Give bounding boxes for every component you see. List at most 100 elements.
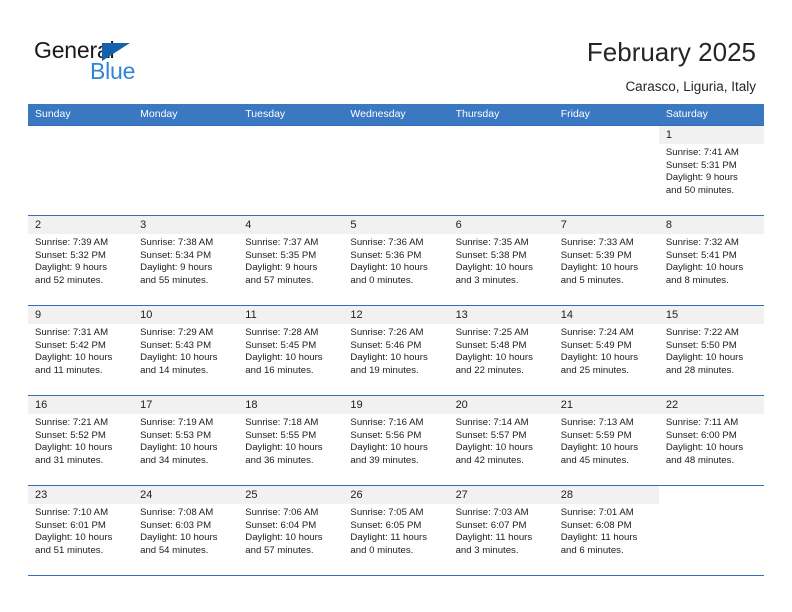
day-cell[interactable]: 26 Sunrise: 7:05 AM Sunset: 6:05 PM Dayl… (343, 486, 449, 575)
sunrise-text: Sunrise: 7:33 AM (560, 237, 634, 248)
day-info: Sunrise: 7:22 AM Sunset: 5:50 PM Dayligh… (659, 324, 764, 377)
daylight-text-line2: and 19 minutes. (350, 364, 419, 376)
day-cell[interactable]: 18 Sunrise: 7:18 AM Sunset: 5:55 PM Dayl… (238, 396, 344, 485)
daylight-text-line1: Daylight: 10 hours (350, 442, 428, 454)
day-cell[interactable]: 22 Sunrise: 7:11 AM Sunset: 6:00 PM Dayl… (658, 396, 764, 485)
sunrise-text: Sunrise: 7:18 AM (245, 417, 319, 428)
day-cell[interactable]: 15 Sunrise: 7:22 AM Sunset: 5:50 PM Dayl… (658, 306, 764, 395)
sunrise-text: Sunrise: 7:05 AM (350, 507, 424, 518)
daylight-text-line2: and 48 minutes. (665, 454, 735, 466)
day-number-band: 5 (343, 216, 449, 234)
day-number-band: 27 (448, 486, 554, 504)
day-cell[interactable] (28, 126, 134, 215)
sunset-text: Sunset: 5:59 PM (560, 429, 632, 441)
sunset-text: Sunset: 5:38 PM (455, 249, 527, 261)
day-cell[interactable]: 2 Sunrise: 7:39 AM Sunset: 5:32 PM Dayli… (28, 216, 134, 305)
page-header: General Blue February 2025 Carasco, Ligu… (0, 0, 792, 100)
day-number: 14 (560, 309, 573, 321)
day-number-band: 21 (553, 396, 659, 414)
sunset-text: Sunset: 5:55 PM (245, 429, 317, 441)
day-info: Sunrise: 7:36 AM Sunset: 5:36 PM Dayligh… (343, 234, 448, 287)
day-number-band (343, 126, 448, 144)
daylight-text-line1: Daylight: 10 hours (665, 352, 744, 364)
day-cell[interactable] (133, 126, 239, 215)
daylight-text-line1: Daylight: 10 hours (140, 442, 218, 454)
sunset-text: Sunset: 6:03 PM (140, 519, 212, 531)
day-info: Sunrise: 7:13 AM Sunset: 5:59 PM Dayligh… (554, 414, 659, 467)
day-cell[interactable]: 19 Sunrise: 7:16 AM Sunset: 5:56 PM Dayl… (343, 396, 449, 485)
daylight-text-line1: Daylight: 10 hours (455, 352, 533, 364)
sunset-text: Sunset: 5:34 PM (140, 249, 212, 261)
day-number-band (238, 126, 343, 144)
day-cell[interactable]: 25 Sunrise: 7:06 AM Sunset: 6:04 PM Dayl… (238, 486, 344, 575)
daylight-text-line2: and 50 minutes. (665, 184, 735, 196)
sunrise-text: Sunrise: 7:29 AM (140, 327, 214, 338)
daylight-text-line1: Daylight: 10 hours (35, 352, 113, 364)
day-cell[interactable]: 11 Sunrise: 7:28 AM Sunset: 5:45 PM Dayl… (238, 306, 344, 395)
daylight-text-line1: Daylight: 10 hours (455, 262, 533, 274)
day-number: 15 (665, 309, 679, 321)
day-cell[interactable]: 27 Sunrise: 7:03 AM Sunset: 6:07 PM Dayl… (448, 486, 554, 575)
daylight-text-line2: and 28 minutes. (665, 364, 735, 376)
day-info: Sunrise: 7:05 AM Sunset: 6:05 PM Dayligh… (343, 504, 448, 557)
day-info: Sunrise: 7:21 AM Sunset: 5:52 PM Dayligh… (28, 414, 133, 467)
day-cell[interactable]: 6 Sunrise: 7:35 AM Sunset: 5:38 PM Dayli… (448, 216, 554, 305)
day-cell[interactable] (553, 126, 659, 215)
day-cell[interactable]: 9 Sunrise: 7:31 AM Sunset: 5:42 PM Dayli… (28, 306, 134, 395)
day-cell[interactable]: 5 Sunrise: 7:36 AM Sunset: 5:36 PM Dayli… (343, 216, 449, 305)
sunset-text: Sunset: 5:52 PM (35, 429, 106, 441)
day-number-band: 25 (238, 486, 344, 504)
sunset-text: Sunset: 5:53 PM (140, 429, 212, 441)
day-number: 26 (350, 489, 363, 501)
day-cell[interactable]: 4 Sunrise: 7:37 AM Sunset: 5:35 PM Dayli… (238, 216, 344, 305)
calendar-page: General Blue February 2025 Carasco, Ligu… (0, 0, 792, 612)
day-cell[interactable]: 14 Sunrise: 7:24 AM Sunset: 5:49 PM Dayl… (553, 306, 659, 395)
day-number-band: 11 (238, 306, 344, 324)
sunrise-text: Sunrise: 7:01 AM (560, 507, 634, 518)
day-cell[interactable]: 16 Sunrise: 7:21 AM Sunset: 5:52 PM Dayl… (28, 396, 134, 485)
day-number: 13 (455, 309, 468, 321)
sunset-text: Sunset: 5:46 PM (350, 339, 422, 351)
day-cell[interactable]: 21 Sunrise: 7:13 AM Sunset: 5:59 PM Dayl… (553, 396, 659, 485)
day-info: Sunrise: 7:01 AM Sunset: 6:08 PM Dayligh… (554, 504, 659, 557)
daylight-text-line1: Daylight: 10 hours (35, 442, 113, 454)
day-cell[interactable]: 12 Sunrise: 7:26 AM Sunset: 5:46 PM Dayl… (343, 306, 449, 395)
daylight-text-line1: Daylight: 10 hours (560, 262, 639, 274)
day-cell[interactable]: 20 Sunrise: 7:14 AM Sunset: 5:57 PM Dayl… (448, 396, 554, 485)
day-cell[interactable]: 10 Sunrise: 7:29 AM Sunset: 5:43 PM Dayl… (133, 306, 239, 395)
sunset-text: Sunset: 5:49 PM (560, 339, 632, 351)
day-cell[interactable] (343, 126, 449, 215)
day-cell[interactable] (448, 126, 554, 215)
daylight-text-line1: Daylight: 11 hours (455, 532, 533, 544)
day-cell[interactable]: 23 Sunrise: 7:10 AM Sunset: 6:01 PM Dayl… (28, 486, 134, 575)
day-number-band: 16 (28, 396, 134, 414)
day-cell[interactable]: 3 Sunrise: 7:38 AM Sunset: 5:34 PM Dayli… (133, 216, 239, 305)
calendar-week-row: 9 Sunrise: 7:31 AM Sunset: 5:42 PM Dayli… (28, 305, 764, 395)
day-cell[interactable]: 17 Sunrise: 7:19 AM Sunset: 5:53 PM Dayl… (133, 396, 239, 485)
day-number-band (554, 126, 659, 144)
sunset-text: Sunset: 5:43 PM (140, 339, 212, 351)
general-blue-logo[interactable]: General Blue (34, 38, 234, 86)
day-cell[interactable] (238, 126, 344, 215)
weekday-monday: Monday (140, 108, 178, 120)
day-number-band (659, 486, 764, 504)
logo-text-blue: Blue (90, 58, 136, 84)
day-info (28, 144, 133, 147)
day-info (659, 504, 764, 507)
day-cell[interactable]: 13 Sunrise: 7:25 AM Sunset: 5:48 PM Dayl… (448, 306, 554, 395)
day-number-band: 7 (553, 216, 659, 234)
day-cell[interactable]: 8 Sunrise: 7:32 AM Sunset: 5:41 PM Dayli… (658, 216, 764, 305)
daylight-text-line1: Daylight: 10 hours (140, 532, 218, 544)
sunrise-text: Sunrise: 7:31 AM (35, 327, 109, 338)
day-cell[interactable]: 24 Sunrise: 7:08 AM Sunset: 6:03 PM Dayl… (133, 486, 239, 575)
daylight-text-line2: and 45 minutes. (560, 454, 629, 466)
day-cell[interactable] (658, 486, 764, 575)
sunset-text: Sunset: 5:45 PM (245, 339, 317, 351)
weekday-saturday: Saturday (665, 108, 708, 120)
day-cell[interactable]: 1 Sunrise: 7:41 AM Sunset: 5:31 PM Dayli… (658, 126, 764, 215)
daylight-text-line1: Daylight: 9 hours (35, 262, 107, 274)
day-number-band: 15 (658, 306, 764, 324)
day-cell[interactable]: 28 Sunrise: 7:01 AM Sunset: 6:08 PM Dayl… (553, 486, 659, 575)
day-cell[interactable]: 7 Sunrise: 7:33 AM Sunset: 5:39 PM Dayli… (553, 216, 659, 305)
daylight-text-line1: Daylight: 10 hours (350, 262, 428, 274)
